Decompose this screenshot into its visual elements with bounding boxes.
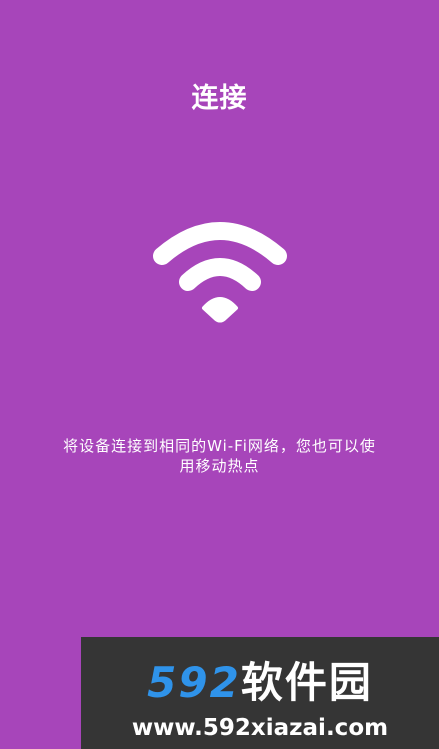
wifi-dot (202, 297, 238, 323)
watermark-name: 软件园 (240, 658, 373, 707)
description-line-1: 将设备连接到相同的Wi-Fi网络，您也可以使 (63, 437, 376, 455)
wifi-middle-arc (179, 258, 261, 291)
wifi-icon (153, 222, 287, 323)
description-line-2: 用移动热点 (179, 457, 260, 475)
connect-description: 将设备连接到相同的Wi-Fi网络，您也可以使 用移动热点 (0, 436, 439, 476)
watermark-digits: 592 (147, 658, 241, 707)
page-title: 连接 (191, 83, 248, 114)
watermark-overlay: 592软件园 www.592xiazai.com (81, 637, 439, 749)
watermark-url: www.592xiazai.com (131, 715, 389, 741)
watermark-logo: 592软件园 (81, 659, 439, 707)
wifi-outer-arc (153, 222, 287, 265)
